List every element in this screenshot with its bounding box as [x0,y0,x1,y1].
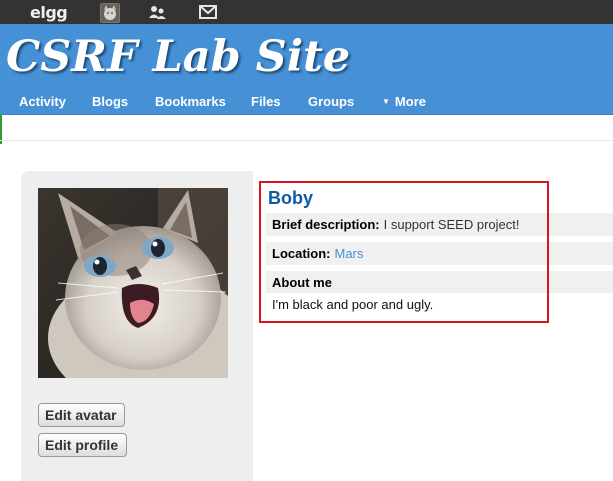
nav-more-label: More [394,94,426,109]
nav-more[interactable]: ▼ More [382,94,426,109]
edit-profile-button[interactable]: Edit profile [38,433,127,457]
divider [0,140,613,141]
topbar: elgg [0,0,613,24]
edit-avatar-button[interactable]: Edit avatar [38,403,125,427]
highlight-box [259,181,549,323]
nav-groups[interactable]: Groups [308,94,354,109]
site-title[interactable]: CSRF Lab Site [6,32,350,82]
site-header: CSRF Lab Site Activity Blogs Bookmarks F… [0,24,613,115]
friends-icon[interactable] [148,0,168,24]
nav-blogs[interactable]: Blogs [92,94,128,109]
envelope-icon[interactable] [199,0,217,24]
nav-activity[interactable]: Activity [19,94,66,109]
caret-down-icon: ▼ [382,97,390,106]
elgg-logo[interactable]: elgg [30,0,68,24]
nav-files[interactable]: Files [251,94,281,109]
user-avatar-icon[interactable] [100,3,120,23]
nav-bookmarks[interactable]: Bookmarks [155,94,226,109]
profile-avatar-image[interactable] [38,188,228,378]
